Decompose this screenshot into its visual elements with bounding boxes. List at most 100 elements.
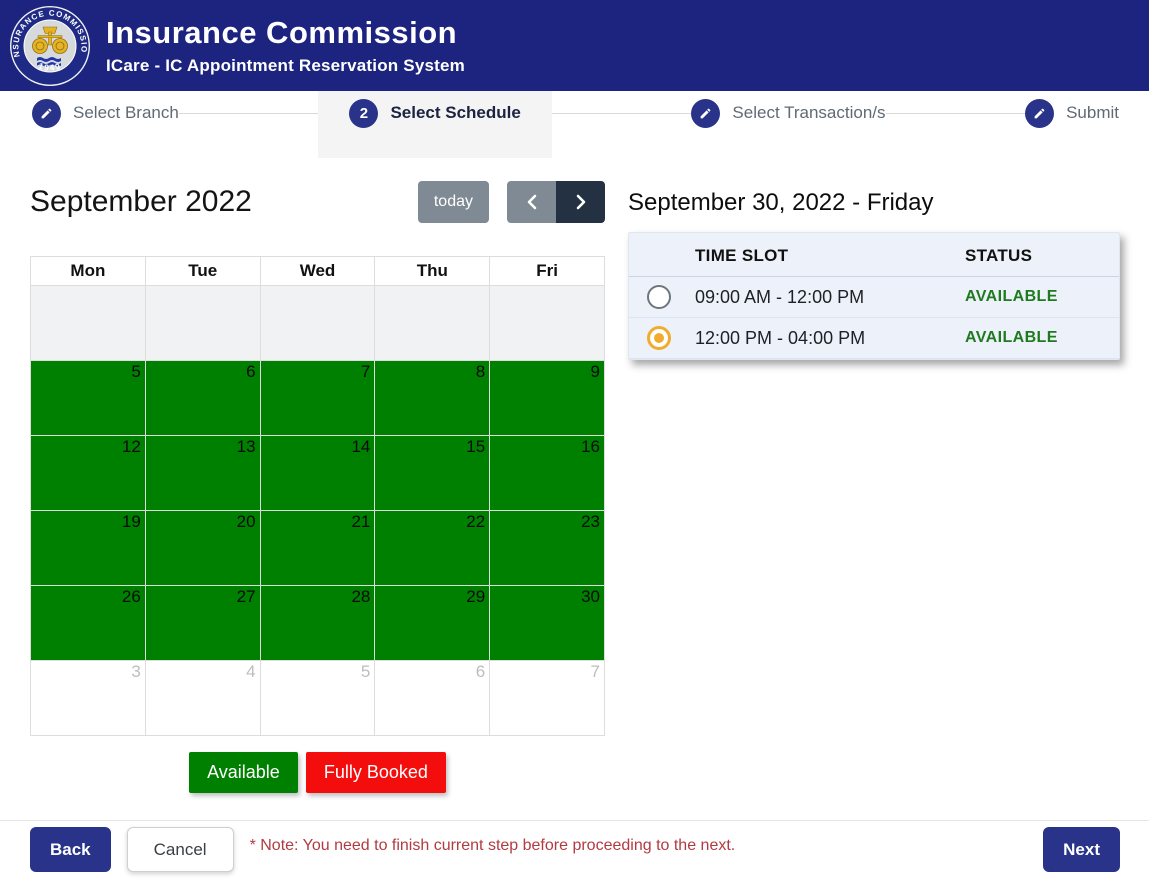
calendar-day-19[interactable]: 19 <box>30 510 146 586</box>
calendar-day-6: 6 <box>374 660 491 736</box>
step-label: Select Schedule <box>390 103 521 122</box>
step-label: Select Branch <box>73 103 179 122</box>
calendar-week-row: 34567 <box>30 660 605 736</box>
selected-date-title: September 30, 2022 - Friday <box>628 189 934 216</box>
calendar-day-8[interactable]: 8 <box>374 360 491 436</box>
time-slot-column-header: TIME SLOT <box>689 233 959 277</box>
day-header-wed: Wed <box>259 256 376 286</box>
next-button[interactable]: Next <box>1043 827 1120 872</box>
calendar-day-empty <box>489 285 605 361</box>
calendar-day-5[interactable]: 5 <box>30 360 146 436</box>
step-label: Select Transaction/s <box>732 103 886 122</box>
calendar-day-empty <box>30 285 146 361</box>
step-select-branch: Select Branch <box>32 91 179 135</box>
step-connector <box>551 113 692 114</box>
time-slot-panel: TIME SLOT STATUS 09:00 AM - 12:00 PM AVAI… <box>628 232 1120 360</box>
calendar-day-6[interactable]: 6 <box>144 360 261 436</box>
step-note-text: * Note: You need to finish current step … <box>249 837 736 854</box>
cancel-button[interactable]: Cancel <box>126 827 234 872</box>
page: INSURANCE COMMISSION 1949 Insurance Comm… <box>0 0 1149 884</box>
next-month-button[interactable] <box>556 181 605 223</box>
pencil-icon <box>41 108 52 118</box>
time-slot-label: 12:00 PM - 04:00 PM <box>689 317 959 359</box>
calendar-day-15[interactable]: 15 <box>374 435 491 511</box>
calendar-week-row <box>30 285 605 361</box>
status-column-header: STATUS <box>959 233 1119 277</box>
calendar-section: September 2022 today Mon Tue Wed Thu Fri… <box>30 178 605 793</box>
slot-status-badge: AVAILABLE <box>959 317 1119 359</box>
slot-table-body: 09:00 AM - 12:00 PM AVAILABLE 12:00 PM - 0… <box>629 276 1119 359</box>
prev-month-button[interactable] <box>507 181 556 223</box>
radio-cell <box>629 317 689 359</box>
calendar-day-20[interactable]: 20 <box>144 510 261 586</box>
calendar-week-row: 12 13 14 15 16 <box>30 435 605 511</box>
calendar-day-9[interactable]: 9 <box>489 360 605 436</box>
pencil-icon <box>1025 98 1055 128</box>
calendar-day-21[interactable]: 21 <box>259 510 376 586</box>
calendar-grid: Mon Tue Wed Thu Fri 5 6 7 8 9 12 13 14 15 16 19 20 2… <box>30 256 605 736</box>
app-subtitle: ICare - IC Appointment Reservation Syste… <box>106 56 465 75</box>
calendar-day-28[interactable]: 28 <box>259 585 376 661</box>
step-number-badge: 2 <box>349 98 379 128</box>
today-button[interactable]: today <box>417 181 489 223</box>
calendar-week-row: 26 27 28 29 30 <box>30 585 605 661</box>
radio-column-header <box>629 233 689 277</box>
legend-available: Available <box>189 752 298 793</box>
radio-cell <box>629 276 689 318</box>
step-connector <box>178 113 319 114</box>
back-button[interactable]: Back <box>30 827 111 872</box>
time-slot-label: 09:00 AM - 12:00 PM <box>689 276 959 318</box>
step-select-transaction-s: Select Transaction/s <box>691 91 886 135</box>
pencil-icon <box>691 98 721 128</box>
calendar-legend: Available Fully Booked <box>30 752 605 793</box>
calendar-day-26[interactable]: 26 <box>30 585 146 661</box>
chevron-left-icon <box>527 194 536 210</box>
insurance-commission-seal-logo: INSURANCE COMMISSION 1949 <box>10 5 90 86</box>
time-slot-table: TIME SLOT STATUS 09:00 AM - 12:00 PM AVAI… <box>629 233 1119 359</box>
calendar-day-16[interactable]: 16 <box>489 435 605 511</box>
calendar-day-14[interactable]: 14 <box>259 435 376 511</box>
step-submit: Submit <box>1025 91 1119 135</box>
slot-radio-selected[interactable] <box>647 326 671 350</box>
step-indicator: Select Branch 2 Select Schedule Select Tran… <box>0 91 1149 158</box>
slot-status-badge: AVAILABLE <box>959 276 1119 318</box>
footer-bar: Back Cancel * Note: You need to finish c… <box>0 820 1149 884</box>
calendar-week-row: 56789 <box>30 360 605 436</box>
app-header: INSURANCE COMMISSION 1949 Insurance Comm… <box>0 0 1149 91</box>
day-header-mon: Mon <box>30 256 146 286</box>
calendar-grid-body: 5 6 7 8 9 12 13 14 15 16 19 20 21 22 23 26 27 28 29 30 3 4 5 6 7 <box>30 285 605 736</box>
calendar-day-23[interactable]: 23 <box>489 510 605 586</box>
step-select-schedule: 2 Select Schedule <box>318 91 552 158</box>
calendar-day-empty <box>259 285 376 361</box>
time-slot-row[interactable]: 12:00 PM - 04:00 PM AVAILABLE <box>629 317 1119 359</box>
calendar-week-row: 19 20 21 22 23 <box>30 510 605 586</box>
calendar-day-7: 7 <box>489 660 605 736</box>
calendar-day-27[interactable]: 27 <box>144 585 261 661</box>
day-header-tue: Tue <box>144 256 261 286</box>
calendar-day-29[interactable]: 29 <box>374 585 491 661</box>
step-connector <box>885 113 1026 114</box>
schedule-section: September 30, 2022 - Friday TIME SLOT ST… <box>628 189 1120 360</box>
calendar-nav-group <box>507 181 605 223</box>
time-slot-row[interactable]: 09:00 AM - 12:00 PM AVAILABLE <box>629 276 1119 318</box>
calendar-month-title: September 2022 <box>30 185 252 218</box>
calendar-day-3: 3 <box>30 660 146 736</box>
day-header-thu: Thu <box>374 256 491 286</box>
chevron-right-icon <box>576 194 585 210</box>
calendar-day-30[interactable]: 30 <box>489 585 605 661</box>
calendar-day-12[interactable]: 12 <box>30 435 146 511</box>
step-label: Submit <box>1066 103 1120 122</box>
legend-fully-booked: Fully Booked <box>305 752 446 793</box>
pencil-icon <box>32 98 61 128</box>
slot-radio-unselected[interactable] <box>647 285 671 309</box>
pencil-icon <box>1034 108 1045 118</box>
calendar-toolbar: September 2022 today <box>30 178 605 226</box>
pencil-icon <box>701 108 711 118</box>
calendar-day-4: 4 <box>144 660 261 736</box>
calendar-day-7[interactable]: 7 <box>259 360 376 436</box>
calendar-day-22[interactable]: 22 <box>374 510 491 586</box>
calendar-day-empty <box>374 285 491 361</box>
app-title: Insurance Commission <box>106 15 458 50</box>
calendar-day-empty <box>144 285 261 361</box>
calendar-day-13[interactable]: 13 <box>144 435 261 511</box>
